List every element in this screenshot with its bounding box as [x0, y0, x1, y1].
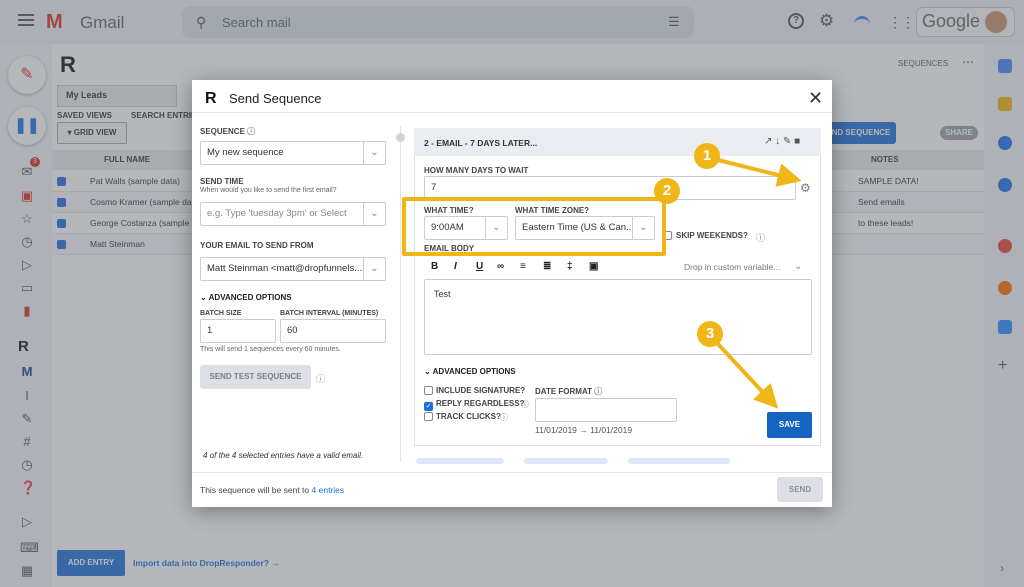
annotation-arrows: [716, 158, 802, 409]
arrow-3: [716, 342, 779, 409]
arrow-1: [717, 158, 802, 187]
